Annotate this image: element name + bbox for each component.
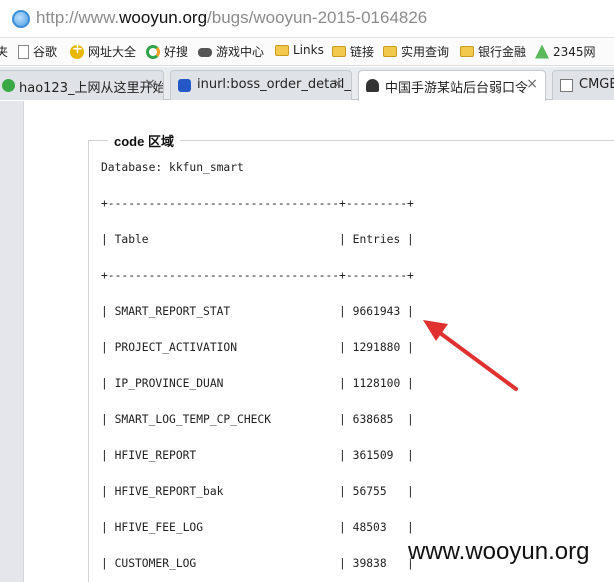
bookmark-label: 游戏中心 (216, 45, 265, 59)
bookmark-label: 银行金融 (478, 45, 527, 59)
bookmark-item[interactable]: 夹 (0, 43, 8, 60)
hao123-icon (70, 42, 84, 59)
close-icon[interactable]: × (526, 76, 538, 92)
bookmark-label: 夹 (0, 43, 8, 60)
tab-title: 中国手游某站后台弱口令 (385, 81, 529, 96)
code-line: | HFIVE_REPORT | 361509 | (101, 449, 414, 462)
tab-title: inurl:boss_order_detail_ (197, 77, 351, 92)
bookmarks-bar: 夹 谷歌 网址大全 好搜 游戏中心 Links 链接 实用查询 银行金融 234… (0, 38, 614, 66)
code-line: | CUSTOMER_LOG | 39838 | (101, 557, 414, 570)
tab-cmge[interactable]: CMGE (552, 70, 614, 100)
tab-baidu-search[interactable]: inurl:boss_order_detail_ × (170, 70, 352, 100)
code-line: | SMART_LOG_TEMP_CP_CHECK | 638685 | (101, 413, 414, 426)
doc-icon (560, 79, 573, 92)
tab-hao123[interactable]: hao123_上网从这里开始 × (0, 70, 164, 100)
bookmark-item[interactable]: 2345网 (535, 43, 596, 60)
code-line: +----------------------------------+----… (101, 269, 414, 282)
hao123-icon (2, 79, 15, 92)
url-path: /bugs/wooyun-2015-0164826 (207, 8, 428, 27)
code-line: Database: kkfun_smart (101, 161, 244, 174)
wooyun-icon (366, 79, 379, 92)
bookmark-label: 2345网 (553, 45, 596, 59)
bookmark-label: 实用查询 (401, 45, 450, 59)
url-host: wooyun.org (119, 8, 208, 27)
tab-title: hao123_上网从这里开始 (19, 81, 164, 96)
url-text[interactable]: http://www.wooyun.org/bugs/wooyun-2015-0… (36, 8, 427, 28)
tab-wooyun-active[interactable]: 中国手游某站后台弱口令 × (358, 70, 546, 101)
bookmark-label: Links (293, 43, 324, 57)
folder-icon (275, 44, 289, 56)
folder-icon (332, 46, 346, 57)
left-sidebar-strip (0, 101, 24, 582)
tab-title: CMGE (579, 77, 614, 92)
address-bar[interactable]: http://www.wooyun.org/bugs/wooyun-2015-0… (0, 0, 614, 38)
close-icon[interactable]: × (144, 76, 156, 92)
bookmark-item[interactable]: 网址大全 (70, 42, 137, 60)
close-icon[interactable]: × (332, 76, 344, 92)
watermark: www.wooyun.org (408, 538, 590, 565)
bookmark-label: 网址大全 (88, 45, 137, 59)
bookmark-item[interactable]: 谷歌 (18, 43, 57, 60)
bookmark-item[interactable]: Links (275, 43, 324, 57)
doc-icon (18, 44, 29, 59)
2345-icon (535, 44, 549, 59)
bookmark-item[interactable]: 链接 (332, 43, 374, 60)
bookmark-item[interactable]: 实用查询 (383, 43, 449, 60)
paw-icon (178, 79, 191, 92)
360-search-icon (146, 44, 160, 59)
bookmark-label: 好搜 (164, 45, 189, 59)
bookmark-label: 链接 (350, 45, 375, 59)
code-line: | Table | Entries | (101, 233, 414, 246)
bookmark-item[interactable]: 好搜 (146, 43, 188, 60)
bookmark-item[interactable]: 游戏中心 (198, 43, 264, 60)
code-line: | PROJECT_ACTIVATION | 1291880 | (101, 341, 414, 354)
tab-bar: hao123_上网从这里开始 × inurl:boss_order_detail… (0, 67, 614, 101)
folder-icon (460, 46, 474, 57)
code-line: | IP_PROVINCE_DUAN | 1128100 | (101, 377, 414, 390)
gamepad-icon (198, 48, 212, 57)
code-line: | HFIVE_REPORT_bak | 56755 | (101, 485, 414, 498)
bookmark-item[interactable]: 银行金融 (460, 43, 526, 60)
bookmark-label: 谷歌 (33, 45, 58, 59)
folder-icon (383, 46, 397, 57)
code-block-legend: code 区域 (108, 131, 180, 150)
globe-icon (12, 10, 30, 28)
code-line: | HFIVE_FEE_LOG | 48503 | (101, 521, 414, 534)
code-line: | SMART_REPORT_STAT | 9661943 | (101, 305, 414, 318)
code-line: +----------------------------------+----… (101, 197, 414, 210)
url-prefix: http://www. (36, 8, 120, 27)
